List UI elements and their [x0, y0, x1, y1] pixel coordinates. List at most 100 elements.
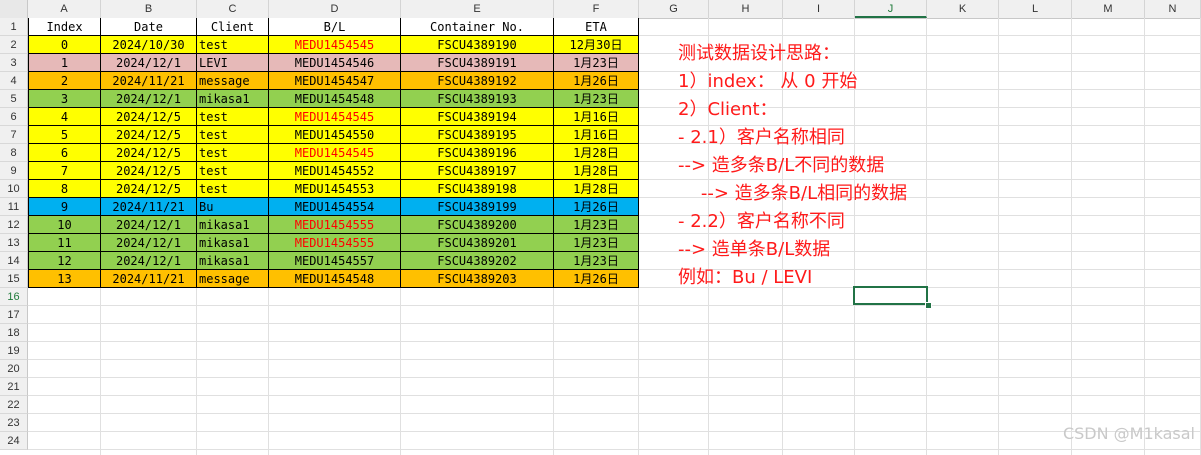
row-header-21[interactable]: 21 — [0, 378, 28, 396]
row-header-14[interactable]: 14 — [0, 252, 28, 270]
table-cell-bl[interactable]: MEDU1454548 — [269, 270, 401, 288]
row-header-17[interactable]: 17 — [0, 306, 28, 324]
table-cell-container[interactable]: FSCU4389196 — [401, 144, 554, 162]
header-cell[interactable]: Container No. — [401, 18, 554, 36]
table-cell-date[interactable]: 2024/12/5 — [101, 144, 197, 162]
row-header-9[interactable]: 9 — [0, 162, 28, 180]
column-header-b[interactable]: B — [101, 0, 197, 18]
table-cell-container[interactable]: FSCU4389198 — [401, 180, 554, 198]
table-cell-eta[interactable]: 1月23日 — [554, 252, 639, 270]
select-all-corner[interactable] — [0, 0, 28, 18]
row-header-10[interactable]: 10 — [0, 180, 28, 198]
column-header-n[interactable]: N — [1145, 0, 1201, 18]
row-header-6[interactable]: 6 — [0, 108, 28, 126]
table-cell-date[interactable]: 2024/12/5 — [101, 162, 197, 180]
header-cell[interactable]: Index — [28, 18, 101, 36]
table-cell-client[interactable]: test — [197, 36, 269, 54]
table-cell-index[interactable]: 7 — [28, 162, 101, 180]
table-cell-bl[interactable]: MEDU1454554 — [269, 198, 401, 216]
table-cell-client[interactable]: Bu — [197, 198, 269, 216]
row-header-20[interactable]: 20 — [0, 360, 28, 378]
table-cell-eta[interactable]: 1月28日 — [554, 180, 639, 198]
table-cell-container[interactable]: FSCU4389194 — [401, 108, 554, 126]
table-cell-eta[interactable]: 1月23日 — [554, 54, 639, 72]
table-cell-date[interactable]: 2024/12/1 — [101, 54, 197, 72]
header-cell[interactable]: ETA — [554, 18, 639, 36]
table-cell-date[interactable]: 2024/12/5 — [101, 108, 197, 126]
row-header-19[interactable]: 19 — [0, 342, 28, 360]
table-cell-eta[interactable]: 1月28日 — [554, 162, 639, 180]
table-cell-date[interactable]: 2024/11/21 — [101, 198, 197, 216]
table-cell-container[interactable]: FSCU4389197 — [401, 162, 554, 180]
row-header-16[interactable]: 16 — [0, 288, 28, 306]
table-cell-date[interactable]: 2024/12/5 — [101, 180, 197, 198]
column-header-g[interactable]: G — [639, 0, 709, 18]
table-cell-index[interactable]: 9 — [28, 198, 101, 216]
table-cell-client[interactable]: mikasa1 — [197, 90, 269, 108]
table-cell-eta[interactable]: 1月16日 — [554, 108, 639, 126]
column-header-i[interactable]: I — [783, 0, 855, 18]
row-header-8[interactable]: 8 — [0, 144, 28, 162]
table-cell-container[interactable]: FSCU4389203 — [401, 270, 554, 288]
table-cell-eta[interactable]: 1月26日 — [554, 198, 639, 216]
table-cell-index[interactable]: 12 — [28, 252, 101, 270]
table-cell-client[interactable]: test — [197, 126, 269, 144]
active-cell-selection[interactable] — [853, 286, 928, 305]
column-header-d[interactable]: D — [269, 0, 401, 18]
table-cell-eta[interactable]: 12月30日 — [554, 36, 639, 54]
table-cell-date[interactable]: 2024/12/1 — [101, 90, 197, 108]
table-cell-client[interactable]: test — [197, 144, 269, 162]
table-cell-index[interactable]: 11 — [28, 234, 101, 252]
table-cell-bl[interactable]: MEDU1454555 — [269, 234, 401, 252]
row-header-15[interactable]: 15 — [0, 270, 28, 288]
table-cell-index[interactable]: 8 — [28, 180, 101, 198]
table-cell-index[interactable]: 1 — [28, 54, 101, 72]
row-header-2[interactable]: 2 — [0, 36, 28, 54]
header-cell[interactable]: Client — [197, 18, 269, 36]
table-cell-date[interactable]: 2024/12/5 — [101, 126, 197, 144]
table-cell-bl[interactable]: MEDU1454545 — [269, 144, 401, 162]
table-cell-date[interactable]: 2024/11/21 — [101, 270, 197, 288]
table-cell-container[interactable]: FSCU4389201 — [401, 234, 554, 252]
table-cell-bl[interactable]: MEDU1454548 — [269, 90, 401, 108]
table-cell-client[interactable]: test — [197, 180, 269, 198]
table-cell-client[interactable]: test — [197, 162, 269, 180]
table-cell-date[interactable]: 2024/12/1 — [101, 234, 197, 252]
table-cell-container[interactable]: FSCU4389202 — [401, 252, 554, 270]
table-cell-index[interactable]: 4 — [28, 108, 101, 126]
table-cell-client[interactable]: message — [197, 270, 269, 288]
column-header-c[interactable]: C — [197, 0, 269, 18]
table-cell-client[interactable]: test — [197, 108, 269, 126]
row-header-12[interactable]: 12 — [0, 216, 28, 234]
table-cell-container[interactable]: FSCU4389195 — [401, 126, 554, 144]
table-cell-bl[interactable]: MEDU1454557 — [269, 252, 401, 270]
column-header-j[interactable]: J — [855, 0, 927, 18]
column-header-m[interactable]: M — [1072, 0, 1145, 18]
header-cell[interactable]: Date — [101, 18, 197, 36]
row-header-5[interactable]: 5 — [0, 90, 28, 108]
table-cell-bl[interactable]: MEDU1454545 — [269, 108, 401, 126]
table-cell-index[interactable]: 6 — [28, 144, 101, 162]
table-cell-container[interactable]: FSCU4389200 — [401, 216, 554, 234]
table-cell-container[interactable]: FSCU4389190 — [401, 36, 554, 54]
row-header-7[interactable]: 7 — [0, 126, 28, 144]
table-cell-bl[interactable]: MEDU1454555 — [269, 216, 401, 234]
table-cell-index[interactable]: 5 — [28, 126, 101, 144]
table-cell-eta[interactable]: 1月28日 — [554, 144, 639, 162]
row-header-23[interactable]: 23 — [0, 414, 28, 432]
table-cell-index[interactable]: 3 — [28, 90, 101, 108]
table-cell-container[interactable]: FSCU4389193 — [401, 90, 554, 108]
table-cell-eta[interactable]: 1月26日 — [554, 72, 639, 90]
row-header-1[interactable]: 1 — [0, 18, 28, 36]
table-cell-bl[interactable]: MEDU1454550 — [269, 126, 401, 144]
table-cell-eta[interactable]: 1月26日 — [554, 270, 639, 288]
table-cell-bl[interactable]: MEDU1454545 — [269, 36, 401, 54]
fill-handle[interactable] — [925, 302, 932, 309]
column-header-h[interactable]: H — [709, 0, 783, 18]
table-cell-date[interactable]: 2024/12/1 — [101, 252, 197, 270]
table-cell-bl[interactable]: MEDU1454552 — [269, 162, 401, 180]
row-header-13[interactable]: 13 — [0, 234, 28, 252]
table-cell-bl[interactable]: MEDU1454547 — [269, 72, 401, 90]
column-header-e[interactable]: E — [401, 0, 554, 18]
table-cell-client[interactable]: mikasa1 — [197, 216, 269, 234]
